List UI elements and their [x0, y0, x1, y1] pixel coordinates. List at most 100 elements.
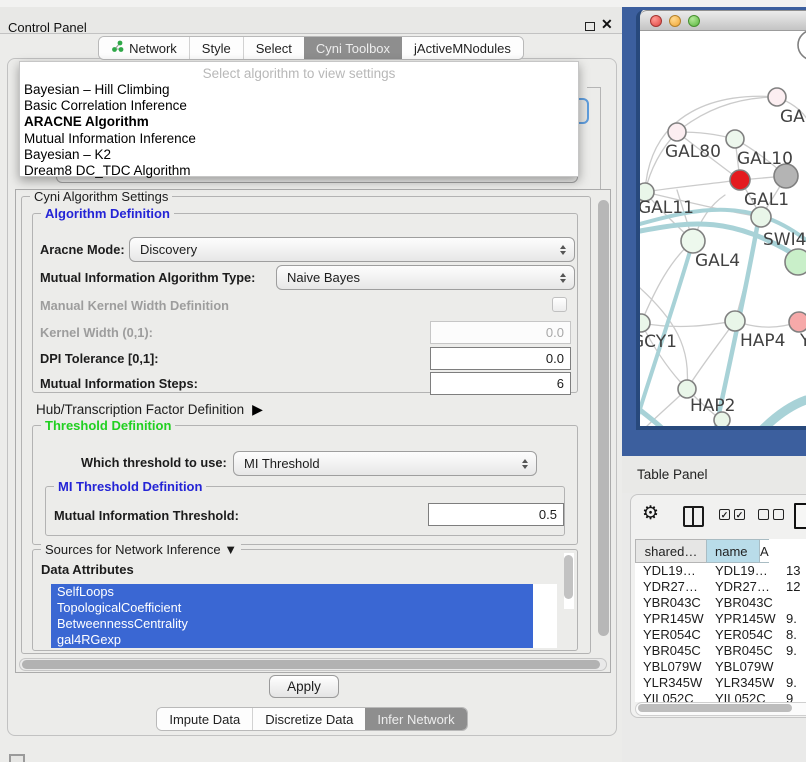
stepper-icon	[560, 245, 566, 255]
table-row[interactable]: YBR043C YBR043C	[635, 595, 806, 611]
algorithm-dropdown-popup: Select algorithm to view settings Bayesi…	[19, 61, 579, 177]
cyni-toolbox-panel: galFiltered.sif default node Select algo…	[7, 58, 617, 736]
data-attributes-list: SelfLoops TopologicalCoefficient Between…	[51, 584, 557, 648]
network-view-window[interactable]: GALGAL80GAL10GAL1GAL11SWI4GAL4GCY1HAP4YH…	[636, 10, 806, 430]
network-node[interactable]	[640, 314, 650, 332]
table-row[interactable]: YIL052C YIL052C 9	[635, 691, 806, 702]
network-edge[interactable]	[641, 321, 735, 327]
attribute-item[interactable]: SelfLoops	[51, 584, 533, 600]
close-traffic-light-icon[interactable]	[650, 15, 662, 27]
zoom-traffic-light-icon[interactable]	[688, 15, 700, 27]
collapse-arrow-icon[interactable]: ▼	[224, 542, 237, 557]
network-node[interactable]	[725, 311, 745, 331]
cell-value: 9	[778, 691, 806, 702]
control-panel-tab[interactable]: Select	[243, 37, 304, 59]
attribute-item[interactable]: BetweennessCentrality	[51, 616, 533, 632]
float-window-icon[interactable]	[585, 22, 595, 31]
control-panel-tab[interactable]: jActiveMNodules	[402, 37, 523, 59]
scrollbar-thumb[interactable]	[638, 704, 792, 712]
network-node[interactable]	[726, 130, 744, 148]
minimize-traffic-light-icon[interactable]	[669, 15, 681, 27]
stepper-icon	[522, 459, 528, 469]
split-columns-icon[interactable]	[683, 506, 704, 527]
network-edge[interactable]	[762, 400, 806, 426]
network-canvas[interactable]: GALGAL80GAL10GAL1GAL11SWI4GAL4GCY1HAP4YH…	[640, 31, 806, 426]
network-edge[interactable]	[640, 410, 664, 426]
table-column-header[interactable]: shared…	[635, 539, 706, 563]
attribute-item[interactable]: gal4RGexp	[51, 632, 533, 648]
table-row[interactable]: YPR145W YPR145W 9.	[635, 611, 806, 627]
dropdown-option[interactable]: Mutual Information Inference	[20, 131, 578, 147]
control-panel-tab[interactable]: Cyni Toolbox	[304, 37, 402, 59]
cell-shared-name: YBR043C	[635, 595, 707, 611]
scrollbar-thumb[interactable]	[22, 660, 600, 669]
network-node[interactable]	[785, 249, 806, 275]
which-threshold-select[interactable]: MI Threshold	[233, 451, 537, 476]
tab-label: Cyni Toolbox	[316, 41, 390, 56]
dropdown-option[interactable]: Basic Correlation Inference	[20, 98, 578, 114]
bottom-tab[interactable]: Impute Data	[157, 708, 252, 730]
unchecked-pair-icon[interactable]	[758, 509, 784, 520]
network-edge[interactable]	[641, 241, 693, 323]
mi-type-select[interactable]: Naive Bayes	[276, 265, 575, 290]
hub-definition-expander[interactable]: Hub/Transcription Factor Definition ▶	[36, 401, 263, 418]
network-node[interactable]	[730, 170, 750, 190]
partial-corner-icon[interactable]	[9, 754, 25, 762]
table-row[interactable]: YBL079W YBL079W	[635, 659, 806, 675]
dropdown-option[interactable]: ARACNE Algorithm	[20, 114, 578, 130]
network-node-label: GAL80	[665, 142, 721, 162]
document-icon[interactable]	[794, 503, 806, 529]
dropdown-option[interactable]: Bayesian – Hill Climbing	[20, 82, 578, 98]
gear-icon[interactable]: ⚙	[642, 502, 659, 525]
checked-box-icon: ✓	[719, 509, 730, 520]
network-window-titlebar[interactable]	[640, 10, 806, 31]
attribute-item[interactable]: TopologicalCoefficient	[51, 600, 533, 616]
settings-horizontal-scrollbar[interactable]	[19, 658, 607, 671]
manual-kernel-checkbox[interactable]	[552, 297, 567, 312]
network-edge[interactable]	[677, 97, 777, 132]
aracne-mode-value: Discovery	[140, 242, 197, 257]
kernel-width-input[interactable]: 0.0	[430, 321, 571, 344]
network-node[interactable]	[789, 312, 806, 332]
apply-button[interactable]: Apply	[269, 675, 339, 698]
dropdown-option[interactable]: Bayesian – K2	[20, 147, 578, 163]
table-column-header[interactable]: name	[706, 539, 759, 563]
dropdown-option[interactable]: Dream8 DC_TDC Algorithm	[20, 163, 578, 179]
scrollbar-thumb[interactable]	[564, 555, 573, 599]
table-column-header[interactable]: A	[759, 539, 769, 563]
network-node-label: SWI4	[763, 230, 806, 250]
attributes-scrollbar[interactable]	[564, 553, 574, 609]
close-icon[interactable]: ✕	[601, 16, 613, 33]
expand-arrow-icon: ▶	[252, 401, 263, 418]
table-panel-title: Table Panel	[622, 456, 806, 493]
tab-label: Discretize Data	[265, 712, 353, 727]
table-row[interactable]: YDR27… YDR27… 12	[635, 579, 806, 595]
table-row[interactable]: YER054C YER054C 8.	[635, 627, 806, 643]
bottom-tab[interactable]: Discretize Data	[252, 708, 365, 730]
algorithm-definition-title: Algorithm Definition	[41, 206, 174, 221]
checked-pair-icon[interactable]: ✓ ✓	[719, 509, 745, 520]
table-horizontal-scrollbar[interactable]	[635, 702, 806, 716]
network-node[interactable]	[668, 123, 686, 141]
aracne-mode-select[interactable]: Discovery	[129, 237, 575, 262]
network-node[interactable]	[768, 88, 786, 106]
network-node-label: GAL10	[737, 149, 793, 169]
bottom-tab[interactable]: Infer Network	[365, 708, 466, 730]
dpi-tolerance-input[interactable]: 0.0	[430, 347, 571, 370]
settings-vertical-scrollbar[interactable]	[598, 200, 609, 636]
mi-threshold-input[interactable]: 0.5	[428, 503, 564, 526]
table-row[interactable]: YLR345W YLR345W 9.	[635, 675, 806, 691]
cell-name: YER054C	[707, 627, 778, 643]
network-node[interactable]	[751, 207, 771, 227]
table-row[interactable]: YBR045C YBR045C 9.	[635, 643, 806, 659]
mi-steps-input[interactable]: 6	[430, 372, 571, 395]
cell-value	[778, 595, 806, 611]
cell-value: 13	[778, 563, 806, 579]
control-panel-tab[interactable]: Style	[189, 37, 243, 59]
control-panel-tab[interactable]: Network	[99, 37, 189, 59]
network-edge[interactable]	[645, 180, 740, 192]
network-node[interactable]	[681, 229, 705, 253]
network-node[interactable]	[798, 31, 806, 60]
cell-name: YIL052C	[707, 691, 778, 702]
table-row[interactable]: YDL19… YDL19… 13	[635, 563, 806, 579]
